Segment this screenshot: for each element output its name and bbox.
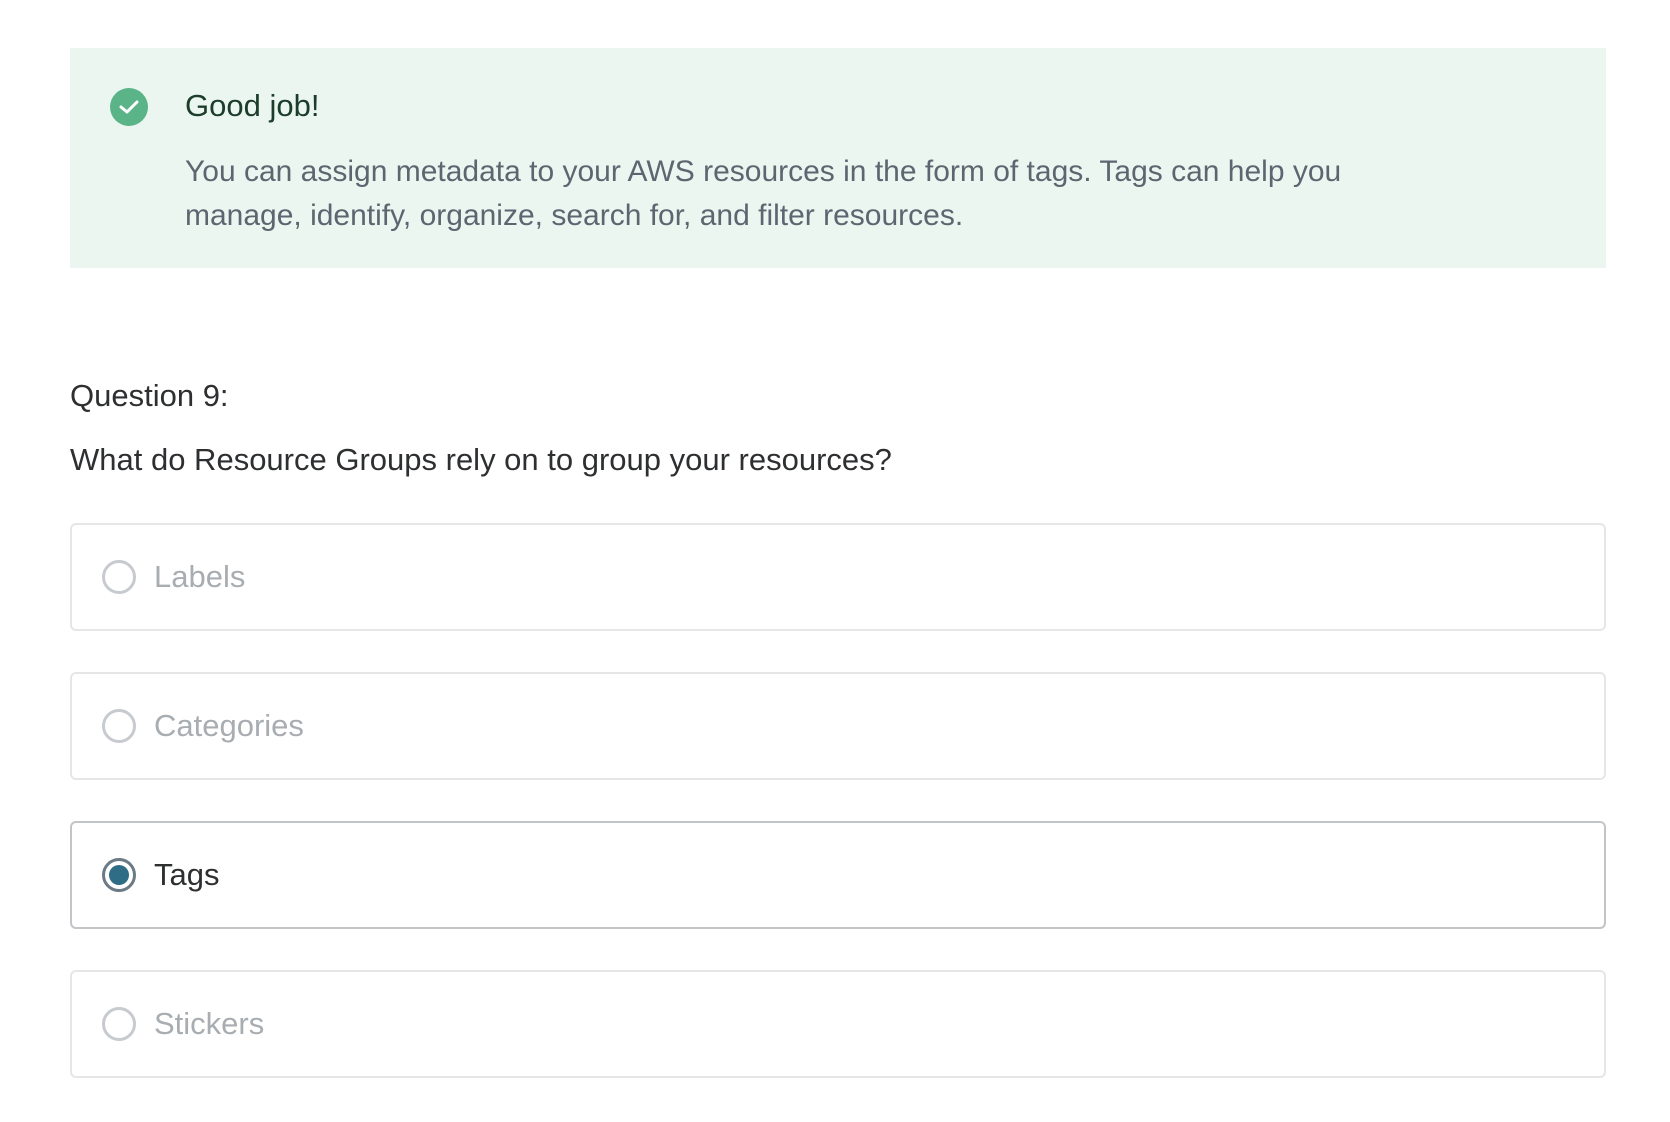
- answer-option-stickers[interactable]: Stickers: [70, 970, 1606, 1078]
- feedback-title: Good job!: [185, 88, 320, 123]
- feedback-body: You can assign metadata to your AWS reso…: [185, 155, 1342, 232]
- answer-option-label: Labels: [154, 559, 246, 594]
- radio-button-selected[interactable]: [102, 858, 136, 892]
- radio-button[interactable]: [102, 560, 136, 594]
- answer-option-label: Stickers: [154, 1006, 265, 1041]
- answer-option-categories[interactable]: Categories: [70, 672, 1606, 780]
- question-text: What do Resource Groups rely on to group…: [70, 442, 892, 477]
- question-number: Question 9:: [70, 378, 229, 413]
- feedback-banner: Good job! You can assign metadata to you…: [70, 48, 1606, 268]
- radio-button[interactable]: [102, 1007, 136, 1041]
- answer-option-labels[interactable]: Labels: [70, 523, 1606, 631]
- answer-option-label: Tags: [154, 857, 220, 892]
- answer-option-tags[interactable]: Tags: [70, 821, 1606, 929]
- radio-button[interactable]: [102, 709, 136, 743]
- check-circle-icon: [110, 88, 148, 126]
- answer-option-label: Categories: [154, 708, 304, 743]
